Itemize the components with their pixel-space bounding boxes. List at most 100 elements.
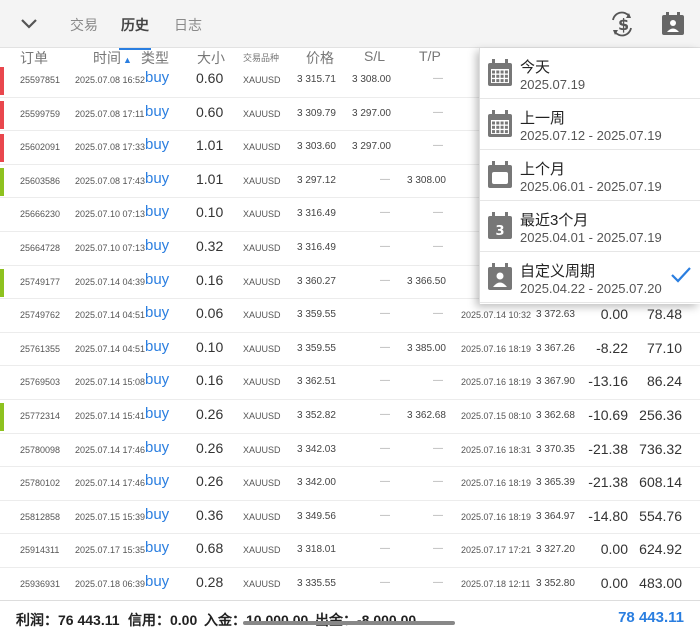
- cell-order-id: 25769503: [20, 377, 61, 388]
- cell-symbol: XAUUSD: [243, 343, 281, 354]
- cell-volume: 0.16: [196, 271, 224, 288]
- cell-open-price: 3 297.12: [297, 174, 336, 186]
- cell-trade-type: buy: [145, 371, 170, 389]
- cell-take-profit: —: [433, 308, 443, 320]
- cell-open-price: 3 342.03: [297, 443, 336, 455]
- period-dates: 2025.06.01 - 2025.07.19: [520, 179, 662, 194]
- cell-close-time: 2025.07.16 18:19: [461, 343, 532, 354]
- table-row[interactable]: 25914311 2025.07.17 15:35 buy 0.68 XAUUSD 3 3…: [0, 534, 700, 568]
- cell-balance: 78.48: [646, 306, 682, 323]
- cell-profit: -21.38: [588, 440, 628, 457]
- cell-order-id: 25780098: [20, 444, 61, 455]
- tab-trade[interactable]: 交易: [70, 15, 98, 35]
- currency-exchange-icon[interactable]: $: [609, 11, 635, 37]
- cell-open-price: 3 342.00: [297, 477, 336, 489]
- cell-stop-loss: —: [380, 476, 390, 488]
- table-row[interactable]: 25936931 2025.07.18 06:39 buy 0.28 XAUUSD 3 3…: [0, 568, 700, 602]
- cell-stop-loss: —: [380, 207, 390, 219]
- cell-symbol: XAUUSD: [243, 545, 281, 556]
- cell-balance: 86.24: [646, 373, 682, 390]
- cell-trade-type: buy: [145, 69, 170, 86]
- cell-balance: 483.00: [639, 575, 682, 591]
- cell-close-price: 3 365.39: [536, 477, 575, 489]
- cell-stop-loss: —: [380, 409, 390, 420]
- cell-open-time: 2025.07.15 15:39: [75, 511, 146, 522]
- cell-trade-type: buy: [145, 270, 170, 288]
- cell-open-price: 3 352.82: [297, 410, 336, 421]
- cell-close-price: 3 372.63: [536, 309, 575, 321]
- home-indicator[interactable]: [243, 621, 455, 625]
- cell-open-time: 2025.07.14 17:46: [75, 444, 146, 455]
- period-option-today[interactable]: 今天 2025.07.19: [480, 48, 700, 99]
- cell-open-time: 2025.07.08 17:11: [75, 108, 145, 119]
- cell-stop-loss: —: [380, 509, 390, 521]
- chevron-down-icon[interactable]: [19, 15, 39, 33]
- cell-take-profit: —: [433, 509, 443, 521]
- cell-symbol: XAUUSD: [243, 209, 281, 220]
- cell-order-id: 25664728: [20, 243, 61, 253]
- cell-take-profit: 3 385.00: [407, 342, 446, 354]
- period-menu: 今天 2025.07.19 上一周 2025.07.12 - 2025.07.19 上个…: [479, 48, 700, 304]
- cell-profit: -13.16: [588, 373, 628, 390]
- tab-journal[interactable]: 日志: [174, 15, 202, 35]
- col-symbol[interactable]: 交易品种: [243, 51, 279, 64]
- tab-history[interactable]: 历史: [119, 15, 151, 50]
- cell-order-id: 25749177: [20, 276, 61, 287]
- cell-stop-loss: 3 297.00: [352, 141, 391, 153]
- col-sl[interactable]: S/L: [364, 48, 385, 64]
- cell-stop-loss: —: [380, 274, 390, 286]
- cell-trade-type: buy: [145, 539, 170, 557]
- cell-open-time: 2025.07.08 17:33: [75, 142, 146, 153]
- cell-order-id: 25780102: [20, 478, 61, 489]
- cell-volume: 0.26: [196, 473, 224, 490]
- table-row[interactable]: 25780102 2025.07.14 17:46 buy 0.26 XAUUSD 3 3…: [0, 467, 700, 501]
- col-tp[interactable]: T/P: [419, 48, 441, 64]
- table-row[interactable]: 25769503 2025.07.14 15:08 buy 0.16 XAUUSD 3 3…: [0, 366, 700, 400]
- table-row[interactable]: 25772314 2025.07.14 15:41 buy 0.26 XAUUSD 3 3…: [0, 400, 700, 434]
- cell-order-id: 25914311: [20, 545, 60, 556]
- cell-close-price: 3 367.26: [536, 342, 575, 354]
- cell-take-profit: —: [433, 577, 443, 588]
- cell-open-time: 2025.07.14 15:41: [75, 411, 146, 421]
- cell-open-price: 3 349.56: [297, 510, 336, 522]
- cell-trade-type: buy: [145, 505, 170, 523]
- cell-profit: -14.80: [588, 507, 628, 524]
- calendar-month-icon: [488, 161, 512, 188]
- cell-trade-type: buy: [145, 169, 170, 187]
- period-option-last-week[interactable]: 上一周 2025.07.12 - 2025.07.19: [480, 99, 700, 150]
- calendar-3-icon: 3: [488, 212, 512, 239]
- period-label: 自定义周期: [520, 263, 596, 280]
- cell-open-price: 3 315.71: [297, 74, 336, 85]
- credit-summary: 信用：0.00: [128, 612, 198, 628]
- period-option-last-month[interactable]: 上个月 2025.06.01 - 2025.07.19: [480, 150, 700, 201]
- cell-order-id: 25936931: [20, 579, 61, 589]
- cell-order-id: 25749762: [20, 310, 61, 321]
- cell-take-profit: 3 308.00: [407, 174, 446, 186]
- cell-open-time: 2025.07.18 06:39: [75, 579, 146, 589]
- cell-close-price: 3 370.35: [536, 443, 575, 455]
- withdrawal-summary: 出金：-8 000.00: [315, 612, 417, 628]
- cell-take-profit: —: [433, 73, 443, 84]
- calendar-period-icon[interactable]: [660, 11, 686, 37]
- table-row[interactable]: 25812858 2025.07.15 15:39 buy 0.36 XAUUSD 3 3…: [0, 501, 700, 535]
- cell-open-price: 3 303.60: [297, 141, 336, 153]
- cell-volume: 0.26: [196, 406, 224, 422]
- cell-volume: 0.32: [196, 238, 224, 254]
- cell-symbol: XAUUSD: [243, 377, 281, 388]
- cell-symbol: XAUUSD: [243, 142, 281, 153]
- cell-close-time: 2025.07.16 18:19: [461, 377, 532, 388]
- table-row[interactable]: 25761355 2025.07.14 04:51 buy 0.10 XAUUSD 3 3…: [0, 333, 700, 367]
- table-row[interactable]: 25749762 2025.07.14 04:51 buy 0.06 XAUUSD 3 3…: [0, 299, 700, 333]
- period-dates: 2025.07.12 - 2025.07.19: [520, 128, 662, 143]
- period-option-custom[interactable]: 自定义周期 2025.04.22 - 2025.07.20: [480, 252, 700, 303]
- cell-close-time: 2025.07.16 18:19: [461, 478, 532, 489]
- cell-close-time: 2025.07.17 17:21: [461, 545, 532, 556]
- cell-order-id: 25772314: [20, 411, 61, 421]
- cell-order-id: 25603586: [20, 175, 61, 186]
- period-option-last-3-months[interactable]: 3 最近3个月 2025.04.01 - 2025.07.19: [480, 201, 700, 252]
- cell-trade-type: buy: [145, 337, 170, 355]
- cell-trade-type: buy: [145, 573, 170, 590]
- cell-take-profit: 3 362.68: [407, 410, 446, 421]
- balance-total: 78 443.11: [618, 609, 684, 626]
- table-row[interactable]: 25780098 2025.07.14 17:46 buy 0.26 XAUUSD 3 3…: [0, 434, 700, 468]
